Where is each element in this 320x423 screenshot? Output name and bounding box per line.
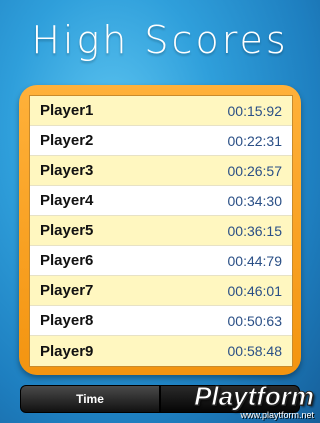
- player-name: Player2: [40, 132, 94, 149]
- player-name: Player9: [40, 342, 94, 360]
- player-name: Player8: [40, 312, 94, 329]
- player-name: Player6: [40, 252, 94, 269]
- page-title: High Scores: [31, 18, 289, 62]
- score-time: 00:58:48: [227, 343, 283, 359]
- score-time: 00:34:30: [227, 192, 283, 209]
- player-name: Player7: [40, 282, 94, 299]
- score-row: Player2 00:22:31: [30, 126, 292, 156]
- player-name: Player5: [40, 222, 94, 239]
- score-row: Player5 00:36:15: [30, 216, 292, 246]
- score-time: 00:50:63: [227, 312, 283, 329]
- score-row: Player9 00:58:48: [30, 336, 292, 366]
- high-scores-panel: Player1 00:15:92 Player2 00:22:31 Player…: [19, 85, 301, 375]
- player-name: Player1: [40, 102, 94, 119]
- player-name: Player3: [40, 162, 94, 179]
- score-time: 00:22:31: [227, 132, 283, 149]
- score-time: 00:26:57: [227, 162, 283, 179]
- score-row: Player8 00:50:63: [30, 306, 292, 336]
- score-row: Player1 00:15:92: [30, 96, 292, 126]
- score-row: Player4 00:34:30: [30, 186, 292, 216]
- tab-time[interactable]: Time: [20, 385, 160, 413]
- score-time: 00:44:79: [227, 252, 283, 269]
- score-time: 00:36:15: [227, 222, 283, 239]
- watermark-logo: Playtform: [194, 381, 315, 411]
- watermark-url: www.playtform.net: [240, 410, 314, 420]
- player-name: Player4: [40, 192, 94, 209]
- score-row: Player6 00:44:79: [30, 246, 292, 276]
- score-row: Player3 00:26:57: [30, 156, 292, 186]
- watermark: Playtform www.playtform.net: [164, 381, 315, 422]
- score-time: 00:46:01: [227, 282, 283, 299]
- score-row: Player7 00:46:01: [30, 276, 292, 306]
- score-time: 00:15:92: [227, 102, 283, 119]
- high-scores-list: Player1 00:15:92 Player2 00:22:31 Player…: [29, 95, 293, 367]
